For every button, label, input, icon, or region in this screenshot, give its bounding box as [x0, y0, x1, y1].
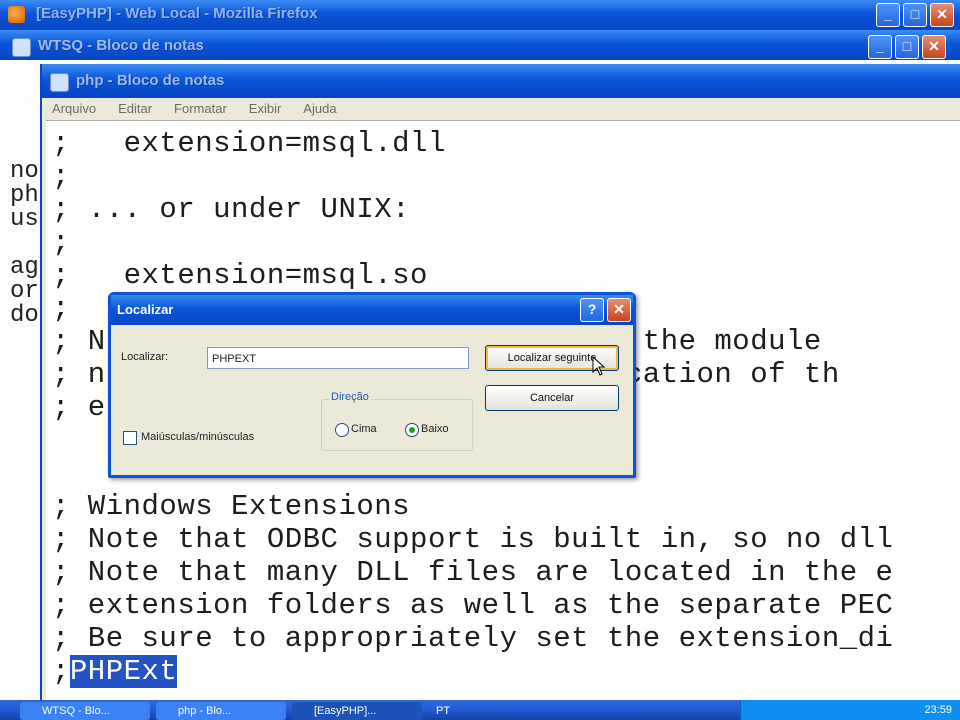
help-icon[interactable]: ?: [580, 298, 604, 322]
minimize-icon[interactable]: _: [876, 3, 900, 27]
close-icon[interactable]: ✕: [607, 298, 631, 322]
firefox-title: [EasyPHP] - Web Local - Mozilla Firefox: [36, 5, 318, 22]
menu-item-4[interactable]: Ajuda: [303, 98, 336, 120]
editor-line: ; extension=msql.dll: [52, 127, 446, 160]
task-item-easyphp[interactable]: [EasyPHP]...: [292, 702, 422, 720]
mouse-cursor-icon: [592, 356, 606, 376]
task-item-wtsq[interactable]: WTSQ - Blo...: [20, 702, 150, 720]
notepad-icon: [50, 73, 69, 92]
match-case-checkbox[interactable]: [123, 431, 137, 445]
wtsq-titlebar[interactable]: WTSQ - Bloco de notas _ □ ✕: [0, 30, 960, 60]
language-indicator[interactable]: PT: [428, 702, 488, 720]
firefox-icon: [8, 6, 25, 23]
radio-up[interactable]: [335, 423, 349, 437]
taskbar: WTSQ - Blo... php - Blo... [EasyPHP]... …: [0, 700, 960, 720]
editor-line: ; Be sure to appropriately set the exten…: [52, 622, 894, 655]
editor-line: ; Windows Extensions: [52, 490, 411, 523]
menubar: Arquivo Editar Formatar Exibir Ajuda: [42, 98, 960, 120]
editor-line-selected: ;PHPExt: [52, 655, 178, 688]
radio-down[interactable]: [405, 423, 419, 437]
radio-up-label: Cima: [351, 423, 377, 435]
cancel-button[interactable]: Cancelar: [485, 385, 619, 411]
editor-line: ;: [52, 292, 70, 325]
editor-line: ; ... or under UNIX:: [52, 193, 411, 226]
menu-item-3[interactable]: Exibir: [249, 98, 282, 120]
editor-line: ; extension=msql.so: [52, 259, 428, 292]
editor-line: ;: [52, 226, 70, 259]
maximize-icon[interactable]: □: [895, 35, 919, 59]
editor-line: ;: [52, 160, 70, 193]
radio-down-label: Baixo: [421, 423, 449, 435]
task-item-php[interactable]: php - Blo...: [156, 702, 286, 720]
menu-item-1[interactable]: Editar: [118, 98, 152, 120]
php-title: php - Bloco de notas: [76, 72, 225, 89]
find-label: Localizar:: [121, 351, 169, 363]
minimize-icon[interactable]: _: [868, 35, 892, 59]
notepad-icon: [12, 38, 31, 57]
system-tray: 23:59: [740, 700, 960, 720]
find-dialog: Localizar ? ✕ Localizar: PHPEXT Localiza…: [108, 292, 636, 478]
maximize-icon[interactable]: □: [903, 3, 927, 27]
match-case-label: Maiúsculas/minúsculas: [141, 431, 255, 443]
selected-text: PHPExt: [69, 655, 178, 688]
menu-item-2[interactable]: Formatar: [174, 98, 227, 120]
editor-line: ; Note that many DLL files are located i…: [52, 556, 894, 589]
direction-label: Direção: [329, 391, 371, 403]
editor-line: ; extension folders as well as the separ…: [52, 589, 894, 622]
wtsq-title: WTSQ - Bloco de notas: [38, 37, 204, 54]
find-input[interactable]: PHPEXT: [207, 347, 469, 369]
editor-line: ; Note that ODBC support is built in, so…: [52, 523, 894, 556]
menu-item-0[interactable]: Arquivo: [52, 98, 96, 120]
clock: 23:59: [924, 704, 952, 716]
php-titlebar[interactable]: php - Bloco de notas: [42, 64, 960, 98]
close-icon[interactable]: ✕: [930, 3, 954, 27]
find-dialog-title: Localizar: [111, 295, 633, 325]
wtsq-text: no ph us ag or do: [10, 158, 39, 329]
firefox-titlebar[interactable]: [EasyPHP] - Web Local - Mozilla Firefox …: [0, 0, 960, 30]
close-icon[interactable]: ✕: [922, 35, 946, 59]
